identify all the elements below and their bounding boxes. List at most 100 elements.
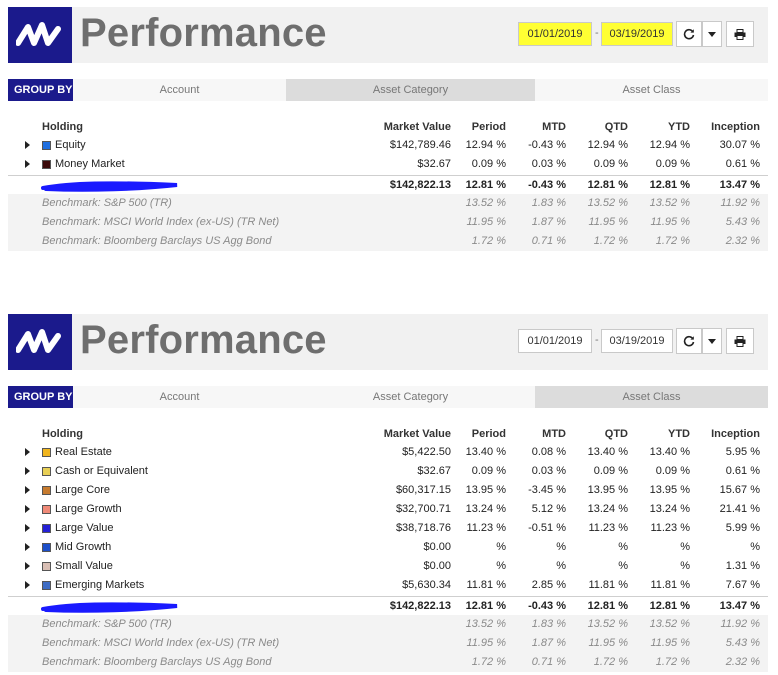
holding-period: 0.09 % [471, 158, 506, 170]
print-button[interactable] [726, 21, 754, 47]
refresh-options-dropdown[interactable] [702, 21, 722, 47]
start-date-input[interactable]: 01/01/2019 [518, 22, 592, 46]
column-header-market-value[interactable]: Market Value [351, 118, 451, 137]
group-tab-asset-class[interactable]: Asset Class [535, 79, 768, 101]
expand-caret-icon[interactable] [25, 581, 30, 589]
holding-name: Money Market [55, 158, 125, 170]
holding-mtd: -0.43 % [528, 139, 566, 151]
redaction-mark [40, 601, 180, 616]
benchmark-inception: 2.32 % [725, 235, 760, 247]
total-period: 12.81 % [465, 179, 506, 191]
holding-qtd: 11.81 % [588, 579, 628, 591]
holding-qtd: % [618, 560, 628, 572]
holding-row[interactable]: Money Market $32.67 0.09 % 0.03 % 0.09 % 0.09… [8, 155, 768, 174]
column-header-qtd[interactable]: QTD [578, 425, 628, 444]
holding-ytd: 0.09 % [655, 465, 690, 477]
holding-row[interactable]: Large Value $38,718.76 11.23 % -0.51 % 11.23… [8, 519, 768, 538]
expand-caret-icon[interactable] [25, 141, 30, 149]
holding-row[interactable]: Emerging Markets $5,630.34 11.81 % 2.85 % 11… [8, 576, 768, 595]
column-header-market-value[interactable]: Market Value [351, 425, 451, 444]
end-date-input[interactable]: 03/19/2019 [601, 329, 673, 353]
column-header-mtd[interactable]: MTD [518, 118, 566, 137]
holding-mtd: 2.85 % [531, 579, 566, 591]
expand-caret-icon[interactable] [25, 160, 30, 168]
expand-caret-icon[interactable] [25, 448, 30, 456]
holding-row[interactable]: Large Growth $32,700.71 13.24 % 5.12 % 13.24… [8, 500, 768, 519]
category-color-swatch [42, 524, 51, 533]
holding-qtd: 13.40 % [587, 446, 628, 458]
holding-inception: 30.07 % [719, 139, 760, 151]
category-color-swatch [42, 160, 51, 169]
holding-row[interactable]: Real Estate $5,422.50 13.40 % 0.08 % 13.40 %… [8, 443, 768, 462]
table-header-row: Holding Market Value Period MTD QTD YTD Incept… [8, 425, 768, 444]
refresh-icon [683, 28, 695, 40]
benchmark-mtd: 1.83 % [531, 197, 566, 209]
group-by-bar: GROUP BY Account Asset Category Asset Class [8, 79, 768, 101]
column-header-inception[interactable]: Inception [698, 118, 760, 137]
benchmark-qtd: 13.52 % [587, 197, 628, 209]
holding-row[interactable]: Large Core $60,317.15 13.95 % -3.45 % 13.95 … [8, 481, 768, 500]
expand-caret-icon[interactable] [25, 467, 30, 475]
holding-period: 11.23 % [466, 522, 506, 534]
performance-header: Performance 01/01/2019-03/19/2019 [8, 7, 768, 63]
column-header-period[interactable]: Period [456, 425, 506, 444]
expand-caret-icon[interactable] [25, 486, 30, 494]
holding-market-value: $0.00 [423, 560, 451, 572]
benchmark-period: 1.72 % [471, 656, 506, 668]
benchmark-qtd: 13.52 % [587, 618, 628, 630]
holding-row[interactable]: Cash or Equivalent $32.67 0.09 % 0.03 % 0.09… [8, 462, 768, 481]
benchmark-name: Benchmark: MSCI World Index (ex-US) (TR … [42, 216, 280, 228]
holding-period: 13.24 % [465, 503, 506, 515]
holding-name: Cash or Equivalent [55, 465, 148, 477]
refresh-options-dropdown[interactable] [702, 328, 722, 354]
column-header-qtd[interactable]: QTD [578, 118, 628, 137]
benchmark-row: Benchmark: S&P 500 (TR) 13.52 % 1.83 % 13.5… [8, 615, 768, 634]
benchmark-period: 1.72 % [471, 235, 506, 247]
benchmark-mtd: 0.71 % [531, 656, 566, 668]
holding-ytd: 13.40 % [649, 446, 690, 458]
page-title: Performance [80, 318, 327, 362]
holding-mtd: -3.45 % [528, 484, 566, 496]
expand-caret-icon[interactable] [25, 524, 30, 532]
print-button[interactable] [726, 328, 754, 354]
group-tab-account[interactable]: Account [73, 79, 286, 101]
holding-period: % [496, 560, 506, 572]
column-header-period[interactable]: Period [456, 118, 506, 137]
holding-name: Equity [55, 139, 86, 151]
holding-ytd: % [680, 560, 690, 572]
expand-caret-icon[interactable] [25, 562, 30, 570]
group-tab-asset-category[interactable]: Asset Category [286, 79, 535, 101]
expand-caret-icon[interactable] [25, 543, 30, 551]
holding-ytd: % [680, 541, 690, 553]
category-color-swatch [42, 581, 51, 590]
holding-name: Small Value [55, 560, 113, 572]
column-header-ytd[interactable]: YTD [638, 118, 690, 137]
start-date-input[interactable]: 01/01/2019 [518, 329, 592, 353]
column-header-inception[interactable]: Inception [698, 425, 760, 444]
holding-market-value: $32.67 [417, 465, 451, 477]
expand-caret-icon[interactable] [25, 505, 30, 513]
benchmark-row: Benchmark: S&P 500 (TR) 13.52 % 1.83 % 13.5… [8, 194, 768, 213]
column-header-mtd[interactable]: MTD [518, 425, 566, 444]
chevron-down-icon [708, 338, 716, 344]
group-tab-account[interactable]: Account [73, 386, 286, 408]
benchmark-mtd: 1.87 % [531, 637, 566, 649]
benchmark-row: Benchmark: MSCI World Index (ex-US) (TR … [8, 213, 768, 232]
group-tab-asset-class[interactable]: Asset Class [535, 386, 768, 408]
holding-inception: 21.41 % [719, 503, 760, 515]
holding-period: % [496, 541, 506, 553]
benchmark-row: Benchmark: Bloomberg Barclays US Agg Bon… [8, 653, 768, 672]
date-range-separator: - [595, 334, 599, 346]
holding-qtd: 12.94 % [587, 139, 628, 151]
column-header-holding[interactable]: Holding [42, 425, 83, 444]
refresh-button[interactable] [676, 328, 702, 354]
column-header-ytd[interactable]: YTD [638, 425, 690, 444]
group-tab-asset-category[interactable]: Asset Category [286, 386, 535, 408]
column-header-holding[interactable]: Holding [42, 118, 83, 137]
holding-row[interactable]: Equity $142,789.46 12.94 % -0.43 % 12.94 % 12… [8, 136, 768, 155]
benchmark-ytd: 1.72 % [655, 235, 690, 247]
holding-row[interactable]: Small Value $0.00%%%% 1.31 % [8, 557, 768, 576]
refresh-button[interactable] [676, 21, 702, 47]
holding-row[interactable]: Mid Growth $0.00%%%%% [8, 538, 768, 557]
end-date-input[interactable]: 03/19/2019 [601, 22, 673, 46]
